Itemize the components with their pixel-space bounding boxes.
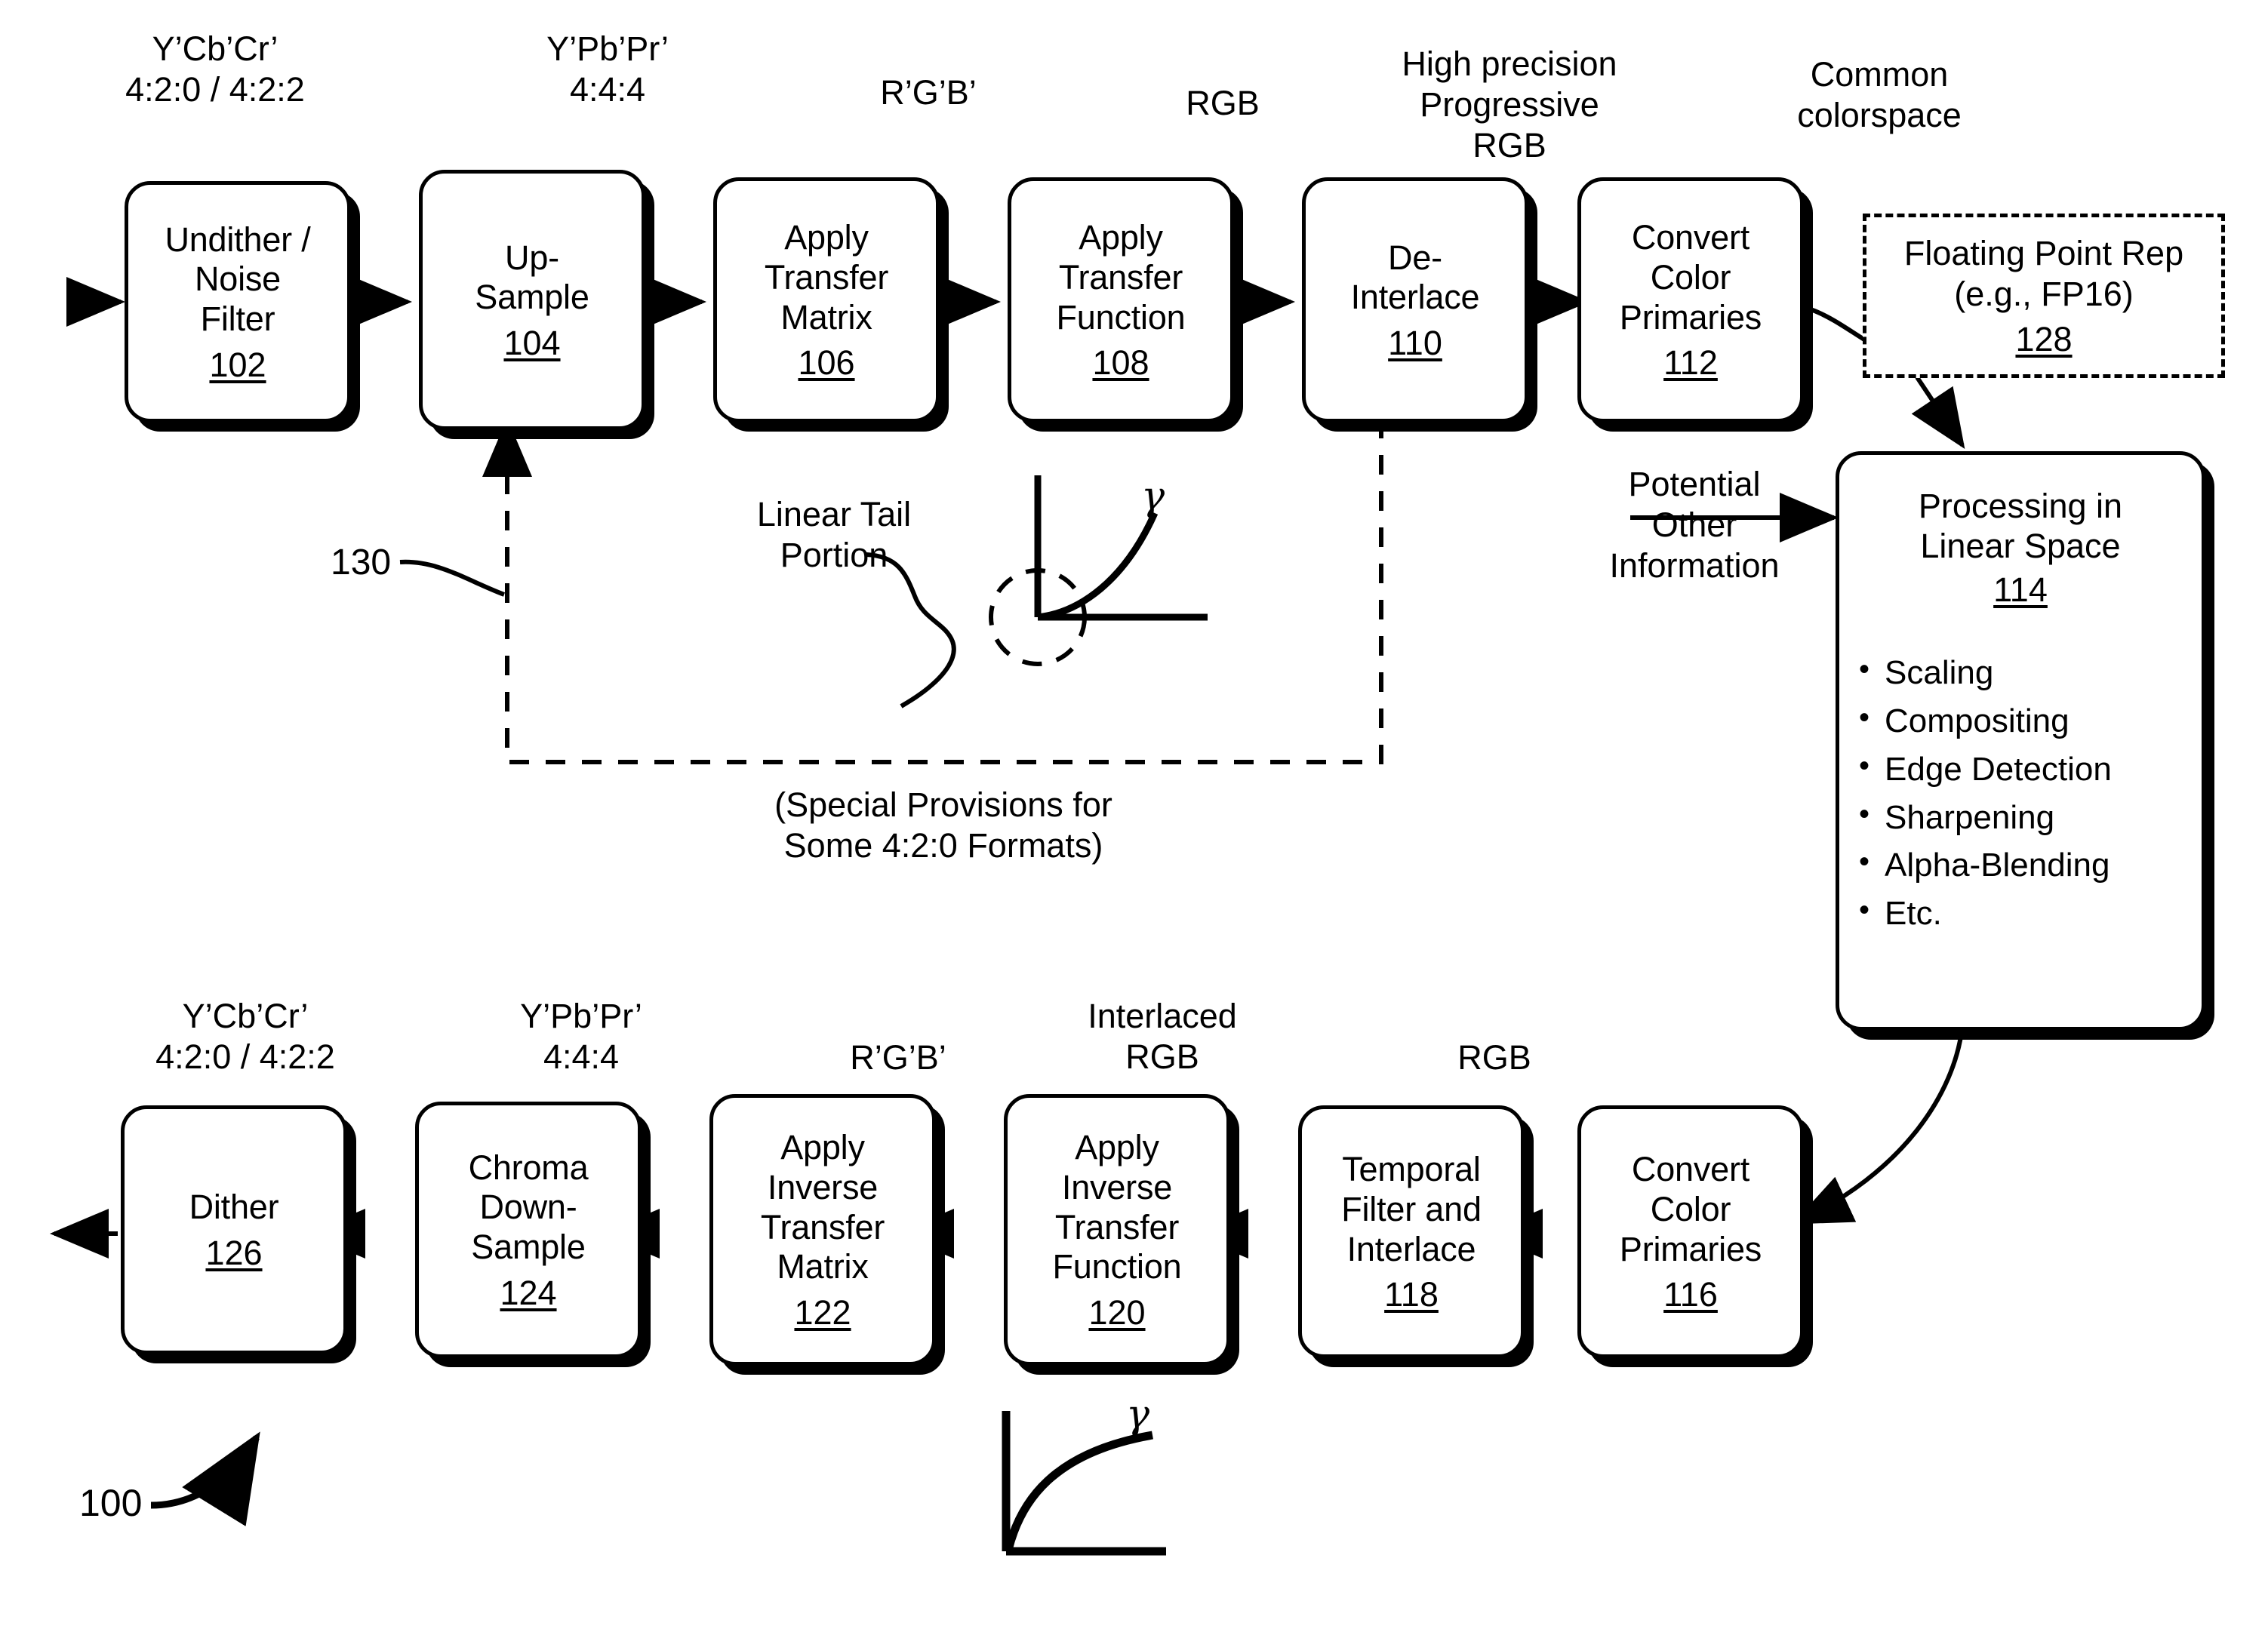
signal-label-bottom-3: Interlaced RGB	[1088, 997, 1237, 1076]
process-box-126[interactable]: Dither 126	[121, 1105, 347, 1354]
process-box-120[interactable]: Apply Inverse Transfer Function 120	[1004, 1094, 1230, 1366]
list-item: Sharpening	[1859, 792, 2112, 842]
feedback-reference-number-130: 130	[331, 542, 392, 582]
signal-label-top-2: R’G’B’	[880, 73, 977, 112]
floating-point-rep-box-128[interactable]: Floating Point Rep (e.g., FP16) 128	[1863, 214, 2225, 378]
processing-box-number: 114	[1993, 570, 2048, 610]
figure-reference-number-100: 100	[79, 1482, 143, 1524]
processing-box-bullet-list: Scaling Compositing Edge Detection Sharp…	[1839, 647, 2112, 938]
process-box-116[interactable]: Convert Color Primaries 116	[1577, 1105, 1804, 1358]
signal-label-top-3: RGB	[1186, 84, 1260, 122]
linear-tail-portion-label: Linear Tail Portion	[756, 495, 912, 574]
process-box-124-number: 124	[500, 1273, 557, 1312]
list-item: Edge Detection	[1859, 744, 2112, 794]
processing-box-title: Processing in Linear Space	[1918, 487, 2123, 565]
signal-label-bottom-1: Y’Pb’Pr’ 4:4:4	[520, 997, 642, 1076]
process-box-102-title: Undither / Noise Filter	[165, 220, 311, 339]
process-box-102[interactable]: Undither / Noise Filter 102	[125, 181, 351, 423]
process-box-108[interactable]: Apply Transfer Function 108	[1008, 177, 1234, 423]
processing-in-linear-space-box-114[interactable]: Processing in Linear Space 114 Scaling C…	[1836, 451, 2205, 1031]
process-box-108-number: 108	[1092, 343, 1149, 383]
process-box-112-number: 112	[1663, 343, 1718, 383]
process-box-124-title: Chroma Down- Sample	[468, 1148, 589, 1267]
process-box-106-number: 106	[798, 343, 855, 383]
potential-other-information-label: Potential Other Information	[1609, 465, 1780, 585]
process-box-126-number: 126	[205, 1234, 263, 1273]
list-item: Compositing	[1859, 696, 2112, 745]
gamma-symbol-top: γ	[1141, 474, 1165, 519]
process-box-112-title: Convert Color Primaries	[1619, 218, 1762, 337]
process-box-122-title: Apply Inverse Transfer Matrix	[760, 1128, 885, 1286]
list-item: Alpha-Blending	[1859, 840, 2112, 890]
floating-point-rep-number: 128	[2015, 319, 2073, 358]
process-box-116-title: Convert Color Primaries	[1619, 1150, 1762, 1268]
list-item: Etc.	[1859, 888, 2112, 938]
process-box-106[interactable]: Apply Transfer Matrix 106	[713, 177, 940, 423]
signal-label-top-0: Y’Cb’Cr’ 4:2:0 / 4:2:2	[125, 29, 305, 109]
process-box-106-title: Apply Transfer Matrix	[764, 218, 889, 337]
process-box-124[interactable]: Chroma Down- Sample 124	[415, 1102, 642, 1358]
list-item: Scaling	[1859, 647, 2112, 697]
process-box-120-title: Apply Inverse Transfer Function	[1052, 1128, 1182, 1286]
process-box-108-title: Apply Transfer Function	[1056, 218, 1186, 337]
process-box-120-number: 120	[1088, 1293, 1146, 1332]
process-box-102-number: 102	[209, 345, 266, 384]
signal-label-bottom-0: Y’Cb’Cr’ 4:2:0 / 4:2:2	[155, 997, 335, 1076]
process-box-104[interactable]: Up- Sample 104	[419, 170, 645, 430]
figure-canvas: Y’Cb’Cr’ 4:2:0 / 4:2:2 Y’Pb’Pr’ 4:4:4 R’…	[0, 0, 2268, 1629]
signal-label-bottom-4: RGB	[1457, 1038, 1531, 1077]
process-box-104-title: Up- Sample	[475, 238, 589, 317]
process-box-118-number: 118	[1384, 1275, 1439, 1314]
process-box-110-number: 110	[1388, 323, 1442, 362]
process-box-110-title: De- Interlace	[1350, 238, 1480, 317]
signal-label-top-4: High precision Progressive RGB	[1402, 45, 1617, 164]
process-box-116-number: 116	[1663, 1275, 1718, 1314]
process-box-126-title: Dither	[189, 1188, 279, 1227]
gamma-symbol-bottom: γ	[1126, 1392, 1150, 1437]
signal-label-top-1: Y’Pb’Pr’ 4:4:4	[546, 29, 669, 109]
process-box-118[interactable]: Temporal Filter and Interlace 118	[1298, 1105, 1525, 1358]
process-box-122-number: 122	[794, 1293, 851, 1332]
process-box-112[interactable]: Convert Color Primaries 112	[1577, 177, 1804, 423]
process-box-104-number: 104	[503, 323, 561, 362]
signal-label-bottom-2: R’G’B’	[850, 1038, 946, 1077]
process-box-118-title: Temporal Filter and Interlace	[1341, 1150, 1482, 1268]
feedback-caption: (Special Provisions for Some 4:2:0 Forma…	[774, 785, 1112, 865]
process-box-122[interactable]: Apply Inverse Transfer Matrix 122	[709, 1094, 936, 1366]
process-box-110[interactable]: De- Interlace 110	[1302, 177, 1528, 423]
signal-label-top-5: Common colorspace	[1797, 55, 1962, 134]
floating-point-rep-title: Floating Point Rep (e.g., FP16)	[1903, 233, 2184, 313]
